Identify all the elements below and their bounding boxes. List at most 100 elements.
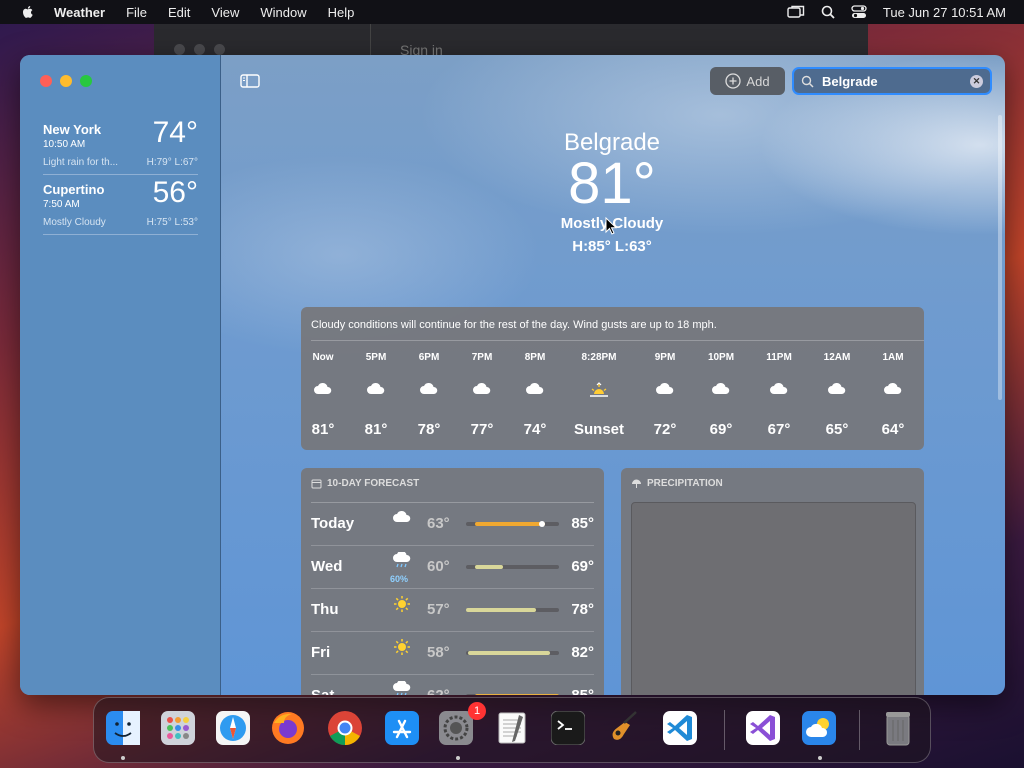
- add-button[interactable]: Add: [710, 67, 785, 95]
- search-icon: [801, 75, 814, 88]
- hourly-time: 1AM: [882, 352, 904, 363]
- scrollbar[interactable]: [998, 115, 1002, 400]
- temp-range-fill: [475, 694, 559, 695]
- forecast-day: Thu: [311, 601, 339, 618]
- hourly-time: 10PM: [707, 352, 735, 363]
- hourly-time: 9PM: [654, 352, 676, 363]
- city-hilo: H:75° L:53°: [146, 217, 198, 228]
- city-item-new-york[interactable]: New York 10:50 AM 74° Light rain for th.…: [43, 116, 198, 175]
- forecast-day-row[interactable]: Sat 62° 85°: [311, 675, 594, 695]
- cloud-icon: [404, 381, 454, 401]
- search-field[interactable]: ✕: [792, 67, 992, 95]
- cloud-icon: [812, 381, 862, 401]
- forecast-day: Wed: [311, 558, 343, 575]
- spotlight-search-icon[interactable]: [821, 5, 835, 19]
- current-hilo: H:85° L:63°: [572, 238, 652, 255]
- forecast-day-row[interactable]: Wed 60% 60° 69°: [311, 546, 594, 589]
- forecast-low: 62°: [427, 687, 450, 695]
- forecast-day: Sat: [311, 687, 334, 695]
- menu-file[interactable]: File: [126, 5, 147, 20]
- cloud-icon: [457, 381, 507, 401]
- menu-app-name[interactable]: Weather: [54, 5, 105, 20]
- hourly-item: 1AM 64°: [868, 352, 918, 438]
- precipitation-map[interactable]: [631, 502, 916, 695]
- temp-range-bar: [466, 521, 559, 527]
- temp-range-fill: [475, 565, 503, 569]
- menu-edit[interactable]: Edit: [168, 5, 190, 20]
- search-input[interactable]: [820, 72, 964, 90]
- apple-menu-icon[interactable]: [20, 4, 36, 20]
- hourly-item: 6PM 78°: [404, 352, 454, 438]
- sidebar-toggle-icon[interactable]: [240, 73, 260, 89]
- clear-search-icon[interactable]: ✕: [970, 75, 983, 88]
- close-button[interactable]: [40, 75, 52, 87]
- temp-range-bar: [466, 608, 559, 612]
- hourly-item: 10PM 69°: [696, 352, 746, 438]
- menu-view[interactable]: View: [211, 5, 239, 20]
- textedit-icon[interactable]: [491, 707, 533, 749]
- hourly-time: 6PM: [418, 352, 440, 363]
- trash-icon[interactable]: [877, 707, 919, 749]
- dock-separator: [724, 710, 725, 750]
- cloud-icon: [868, 381, 918, 401]
- rain-cloud-icon: [391, 550, 413, 573]
- sidebar: New York 10:50 AM 74° Light rain for th.…: [20, 55, 221, 695]
- hourly-value: 65°: [825, 421, 849, 438]
- ten-day-forecast-panel: 10-DAY FORECAST Today 63° 85° Wed 60% 60° 69° T…: [301, 468, 604, 695]
- app-store-icon[interactable]: [381, 707, 423, 749]
- zoom-button[interactable]: [80, 75, 92, 87]
- visual-studio-icon[interactable]: [742, 707, 784, 749]
- hourly-value: 74°: [523, 421, 547, 438]
- dock-separator: [859, 710, 860, 750]
- hourly-time: 8:28PM: [581, 352, 617, 363]
- precipitation-header: PRECIPITATION: [631, 478, 723, 489]
- firefox-icon[interactable]: [267, 707, 309, 749]
- hourly-value: 81°: [311, 421, 335, 438]
- weather-window: New York 10:50 AM 74° Light rain for th.…: [20, 55, 1005, 695]
- hourly-time: Now: [312, 352, 334, 363]
- chrome-icon[interactable]: [324, 707, 366, 749]
- forecast-low: 60°: [427, 558, 450, 575]
- precip-chance: 60%: [390, 574, 409, 584]
- weather-icon[interactable]: [798, 707, 840, 749]
- finder-icon[interactable]: [102, 707, 144, 749]
- city-temp: 56°: [152, 176, 198, 209]
- plus-circle-icon: [725, 73, 742, 89]
- notification-badge: 1: [468, 702, 486, 720]
- menu-help[interactable]: Help: [328, 5, 355, 20]
- cloud-icon: [351, 381, 401, 401]
- menu-clock[interactable]: Tue Jun 27 10:51 AM: [883, 5, 1006, 20]
- terminal-icon[interactable]: [547, 707, 589, 749]
- forecast-day-row[interactable]: Thu 57° 78°: [311, 589, 594, 632]
- minimize-button[interactable]: [60, 75, 72, 87]
- dock: 1: [93, 697, 931, 763]
- vscode-icon[interactable]: [659, 707, 701, 749]
- forecast-day: Today: [311, 515, 355, 532]
- city-hilo: H:79° L:67°: [146, 157, 198, 168]
- ten-day-title: 10-DAY FORECAST: [327, 478, 420, 489]
- bg-window-zoom-icon: [214, 44, 225, 55]
- forecast-day-row[interactable]: Fri 58° 82°: [311, 632, 594, 675]
- hourly-item: 11PM 67°: [754, 352, 804, 438]
- city-temp: 74°: [152, 116, 198, 149]
- garageband-icon[interactable]: [602, 707, 644, 749]
- forecast-day-row[interactable]: Today 63° 85°: [311, 503, 594, 546]
- screen-mirroring-icon[interactable]: [787, 5, 805, 19]
- temp-range-fill: [468, 651, 550, 655]
- calendar-icon: [311, 479, 322, 489]
- forecast-day: Fri: [311, 644, 331, 661]
- window-controls: [40, 75, 92, 87]
- city-item-cupertino[interactable]: Cupertino 7:50 AM 56° Mostly Cloudy H:75…: [43, 176, 198, 235]
- menu-window[interactable]: Window: [260, 5, 306, 20]
- hourly-item: 8PM 74°: [510, 352, 560, 438]
- safari-icon[interactable]: [212, 707, 254, 749]
- control-center-icon[interactable]: [851, 5, 867, 19]
- hourly-value: 81°: [364, 421, 388, 438]
- hourly-time: 8PM: [524, 352, 546, 363]
- running-indicator: [121, 756, 125, 760]
- forecast-high: 85°: [571, 687, 594, 695]
- launchpad-icon[interactable]: [157, 707, 199, 749]
- add-button-label: Add: [746, 73, 770, 89]
- forecast-high: 82°: [571, 644, 594, 661]
- current-conditions: Belgrade 81° Mostly Cloudy H:85° L:63°: [512, 129, 712, 255]
